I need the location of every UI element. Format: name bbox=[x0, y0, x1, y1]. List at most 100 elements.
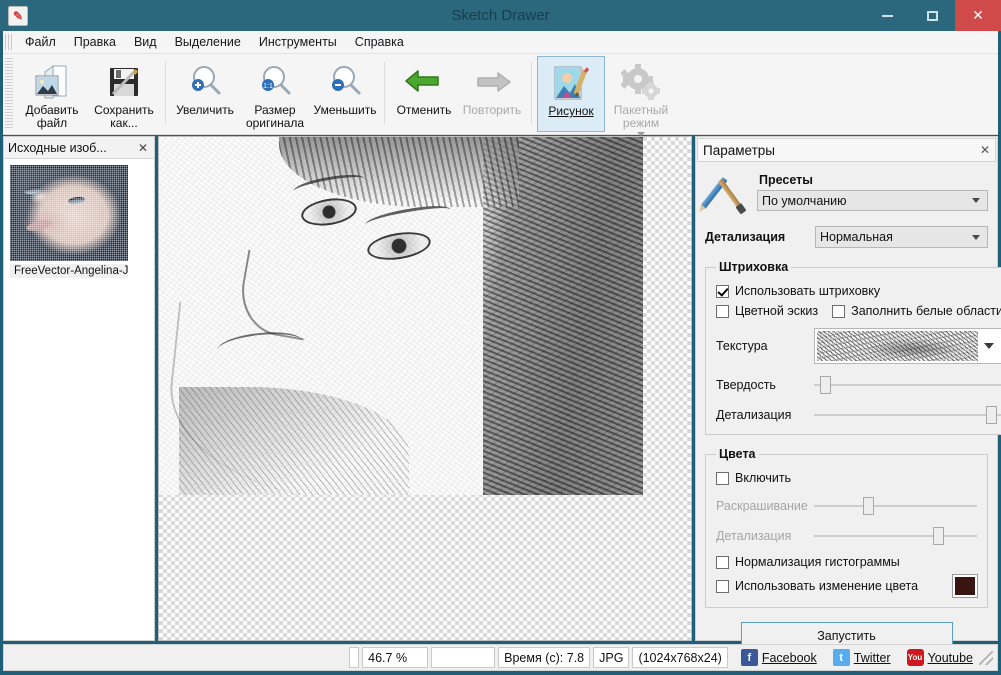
chevron-down-icon bbox=[972, 198, 980, 203]
menu-item-view[interactable]: Вид bbox=[125, 32, 166, 53]
redo-label: Повторить bbox=[463, 104, 522, 117]
histogram-checkbox[interactable] bbox=[716, 556, 729, 569]
colors-enable-row[interactable]: Включить bbox=[716, 471, 977, 485]
magnifier-minus-icon bbox=[325, 61, 365, 103]
colors-legend: Цвета bbox=[716, 447, 759, 461]
colorize-row: Раскрашивание bbox=[716, 497, 977, 515]
menu-bar: Файл Правка Вид Выделение Инструменты Сп… bbox=[3, 31, 998, 54]
canvas-area[interactable] bbox=[158, 136, 692, 641]
add-file-button[interactable]: Добавить файл bbox=[16, 56, 88, 132]
twitter-icon: t bbox=[833, 649, 850, 666]
colors-detail-label: Детализация bbox=[716, 529, 814, 543]
colors-enable-label: Включить bbox=[735, 471, 791, 485]
histogram-row[interactable]: Нормализация гистограммы bbox=[716, 555, 977, 569]
picture-mode-button[interactable]: Рисунок bbox=[537, 56, 605, 132]
status-bar: 46.7 % Время (с): 7.8 JPG (1024x768x24) … bbox=[3, 644, 998, 671]
color-swatch[interactable] bbox=[953, 575, 977, 597]
hatching-detail-slider[interactable] bbox=[814, 406, 1001, 424]
toolbar: Добавить файл Сохранить как... bbox=[3, 54, 998, 135]
menu-item-tools[interactable]: Инструменты bbox=[250, 32, 346, 53]
menu-item-edit[interactable]: Правка bbox=[65, 32, 125, 53]
add-image-icon bbox=[33, 61, 71, 103]
presets-select[interactable]: По умолчанию bbox=[757, 190, 988, 211]
batch-mode-button: Пакетный режим bbox=[605, 56, 677, 132]
hardness-slider-thumb[interactable] bbox=[820, 376, 831, 394]
menu-item-help[interactable]: Справка bbox=[346, 32, 413, 53]
parameters-panel: Параметры ✕ Пресеты По умолчанию Детализ… bbox=[695, 136, 998, 641]
hatching-group: Штриховка Использовать штриховку Цветной… bbox=[705, 260, 1001, 435]
use-hatching-row[interactable]: Использовать штриховку bbox=[716, 284, 1001, 298]
source-images-header: Исходные изоб... ✕ bbox=[4, 137, 154, 159]
hatching-legend: Штриховка bbox=[716, 260, 791, 274]
maximize-button[interactable] bbox=[910, 0, 955, 31]
facebook-link[interactable]: f Facebook bbox=[741, 649, 817, 666]
image-dimensions: (1024x768x24) bbox=[632, 647, 727, 668]
hardness-label: Твердость bbox=[716, 378, 814, 392]
fill-white-label: Заполнить белые области bbox=[851, 304, 1001, 318]
color-change-checkbox[interactable] bbox=[716, 580, 729, 593]
save-as-button[interactable]: Сохранить как... bbox=[88, 56, 160, 132]
histogram-label: Нормализация гистограммы bbox=[735, 555, 900, 569]
source-images-panel: Исходные изоб... ✕ FreeVector-Angelina-J… bbox=[3, 136, 155, 641]
menu-item-selection[interactable]: Выделение bbox=[166, 32, 250, 53]
zoom-level: 46.7 % bbox=[362, 647, 428, 668]
toolbar-separator bbox=[165, 62, 166, 124]
zoom-out-button[interactable]: Уменьшить bbox=[311, 56, 379, 132]
original-size-button[interactable]: 1:1 Размер оригинала bbox=[239, 56, 311, 132]
texture-label: Текстура bbox=[716, 339, 814, 353]
magnifier-plus-icon bbox=[185, 61, 225, 103]
hatching-options-row: Цветной эскиз Заполнить белые области bbox=[716, 304, 1001, 318]
menu-item-file[interactable]: Файл bbox=[16, 32, 65, 53]
picture-mode-label: Рисунок bbox=[548, 105, 593, 118]
status-blank bbox=[431, 647, 495, 668]
file-format: JPG bbox=[593, 647, 629, 668]
menu-grip-icon[interactable] bbox=[5, 34, 13, 50]
toolbar-grip-icon[interactable] bbox=[5, 58, 13, 128]
youtube-link[interactable]: You Youtube bbox=[907, 649, 973, 666]
resize-grip-icon[interactable] bbox=[979, 651, 993, 665]
undo-button[interactable]: Отменить bbox=[390, 56, 458, 132]
detail-select[interactable]: Нормальная bbox=[815, 226, 988, 248]
use-hatching-label: Использовать штриховку bbox=[735, 284, 880, 298]
color-change-row: Использовать изменение цвета bbox=[716, 575, 977, 597]
picture-pencil-icon bbox=[552, 62, 590, 104]
hatching-detail-slider-thumb[interactable] bbox=[986, 406, 997, 424]
close-icon[interactable]: ✕ bbox=[980, 143, 990, 157]
redo-button: Повторить bbox=[458, 56, 526, 132]
colors-detail-row: Детализация bbox=[716, 527, 977, 545]
use-hatching-checkbox[interactable] bbox=[716, 285, 729, 298]
color-change-checkbox-row[interactable]: Использовать изменение цвета bbox=[716, 579, 947, 593]
sketch-preview[interactable] bbox=[159, 137, 643, 495]
presets-label: Пресеты bbox=[759, 173, 988, 187]
twitter-link[interactable]: t Twitter bbox=[833, 649, 891, 666]
colors-enable-checkbox[interactable] bbox=[716, 472, 729, 485]
save-as-label: Сохранить как... bbox=[94, 104, 154, 130]
detail-label: Детализация bbox=[705, 230, 815, 244]
window-title: Sketch Drawer bbox=[0, 0, 1001, 31]
application-window: ✎ Sketch Drawer ✕ Файл Правка Вид Выделе… bbox=[0, 0, 1001, 675]
undo-arrow-icon bbox=[402, 61, 446, 103]
batch-mode-label: Пакетный режим bbox=[614, 104, 668, 130]
zoom-in-button[interactable]: Увеличить bbox=[171, 56, 239, 132]
close-button[interactable]: ✕ bbox=[955, 0, 1001, 31]
twitter-label: Twitter bbox=[854, 651, 891, 665]
presets-value: По умолчанию bbox=[762, 194, 972, 208]
redo-arrow-icon bbox=[470, 61, 514, 103]
minimize-button[interactable] bbox=[865, 0, 910, 31]
detail-row: Детализация Нормальная bbox=[705, 226, 988, 248]
texture-select[interactable] bbox=[814, 328, 1001, 364]
close-icon[interactable]: ✕ bbox=[136, 141, 150, 155]
thumbnail-dither-overlay bbox=[10, 165, 128, 261]
hardness-slider[interactable] bbox=[814, 376, 1001, 394]
color-sketch-label: Цветной эскиз bbox=[735, 304, 818, 318]
color-sketch-checkbox[interactable] bbox=[716, 305, 729, 318]
colors-detail-slider-thumb bbox=[933, 527, 944, 545]
chevron-down-icon bbox=[972, 235, 980, 240]
thumbnail-filename: FreeVector-Angelina-Jo... bbox=[10, 264, 128, 278]
chevron-down-icon bbox=[984, 343, 994, 349]
portrait-thumbnail[interactable] bbox=[10, 165, 128, 261]
original-size-label: Размер оригинала bbox=[246, 104, 304, 130]
colorize-slider-thumb bbox=[863, 497, 874, 515]
zoom-in-label: Увеличить bbox=[176, 104, 234, 117]
fill-white-checkbox[interactable] bbox=[832, 305, 845, 318]
